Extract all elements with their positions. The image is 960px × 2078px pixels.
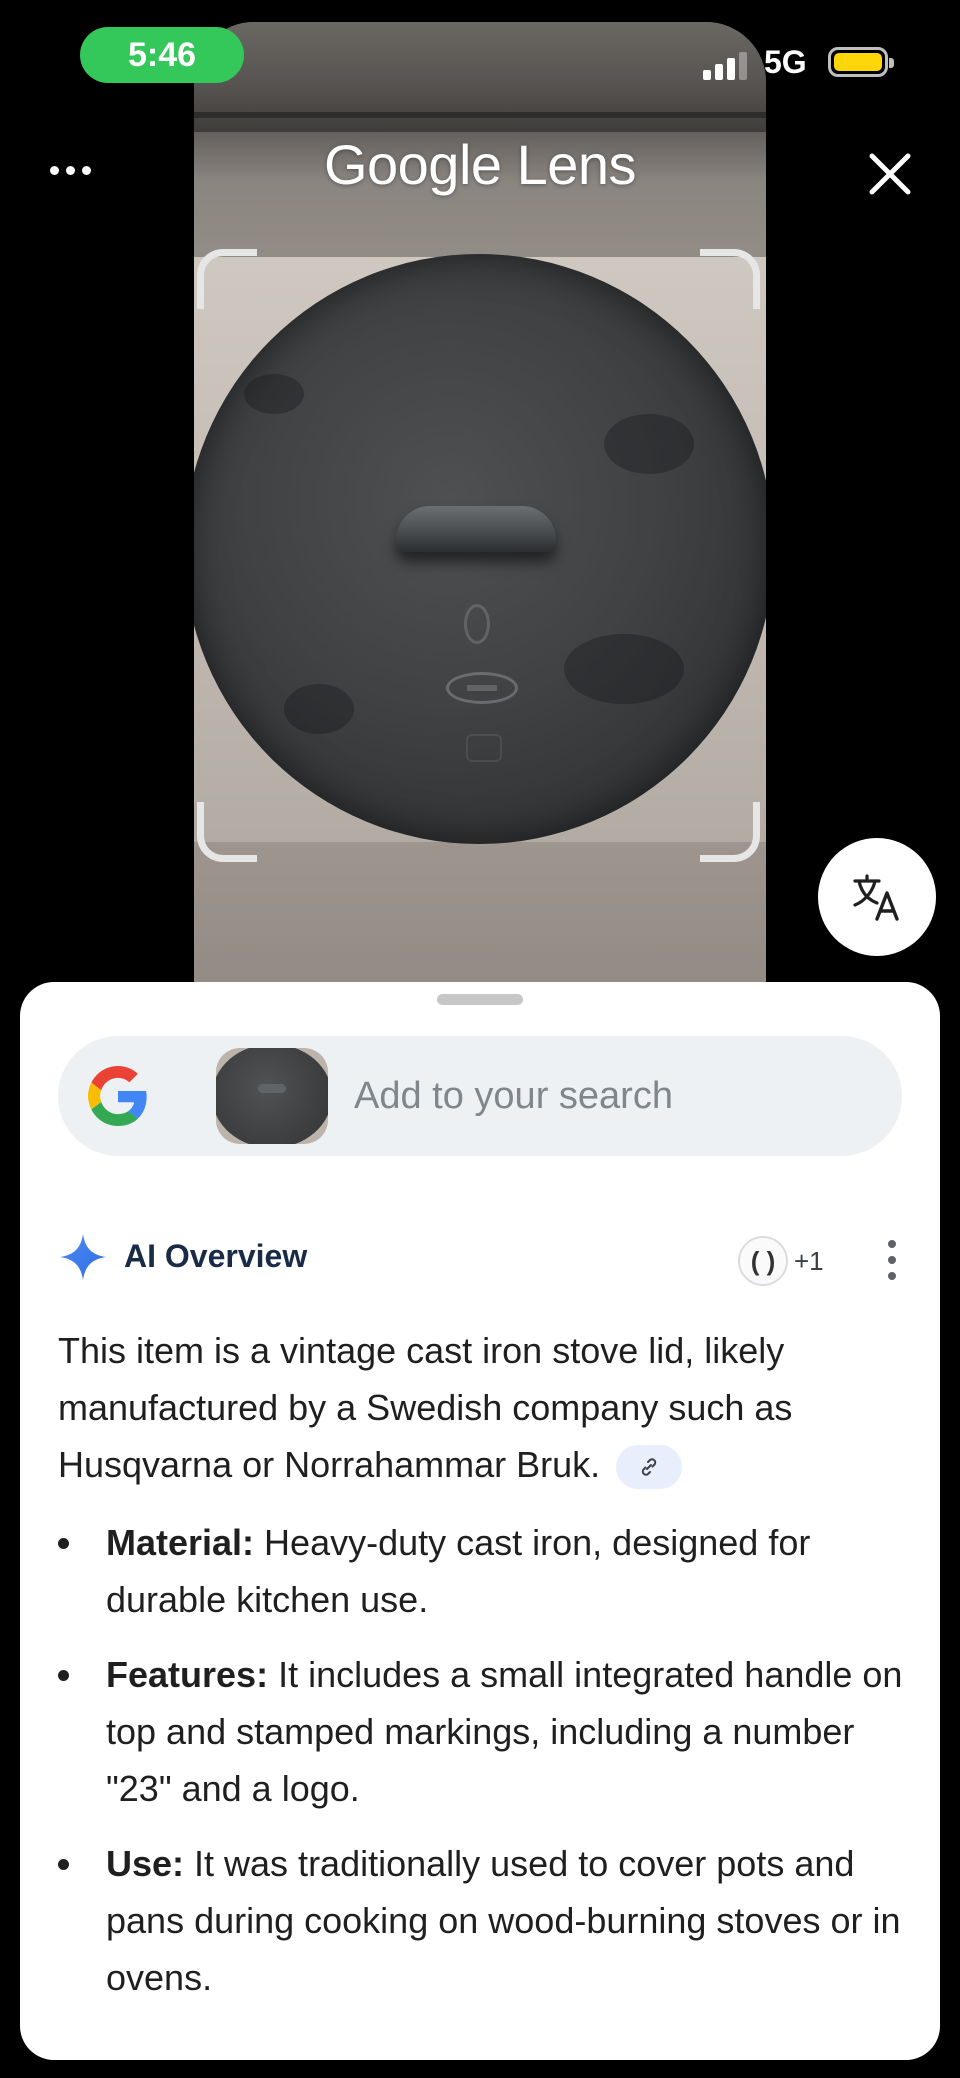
lid-logo-mark [464, 604, 490, 644]
citation-link-button[interactable] [616, 1445, 683, 1490]
battery-icon [828, 47, 894, 77]
page-title: Google Lens [323, 133, 637, 196]
translate-icon [853, 874, 899, 921]
sheet-drag-handle[interactable] [437, 994, 523, 1005]
lid-spot [284, 684, 354, 734]
bullet-text: It was traditionally used to cover pots … [106, 1843, 901, 1998]
ai-overview-label: AI Overview [124, 1238, 308, 1274]
more-options-button[interactable] [44, 155, 96, 185]
link-icon [642, 1458, 657, 1477]
bullet-term: Features: [106, 1654, 269, 1695]
translate-button[interactable] [818, 838, 936, 956]
status-time: 5:46 [80, 27, 244, 83]
signal-icon [703, 52, 747, 80]
lid-number-mark [466, 734, 502, 762]
lid-handle [396, 506, 556, 552]
summary-text: This item is a vintage cast iron stove l… [58, 1330, 793, 1485]
close-button[interactable] [864, 148, 916, 200]
selection-corner-top-left[interactable] [197, 249, 257, 309]
source-favicon: ( ) [738, 1236, 788, 1286]
stove-lid-image [194, 254, 766, 844]
ai-overview-header: AI Overview ( ) +1 [58, 1230, 908, 1286]
source-count: +1 [794, 1245, 824, 1276]
ai-overview-summary: This item is a vintage cast iron stove l… [58, 1322, 888, 1493]
sources-button[interactable]: ( ) +1 [738, 1236, 824, 1286]
query-image-thumbnail[interactable] [216, 1048, 328, 1144]
lid-oval-mark [446, 672, 518, 704]
results-sheet[interactable]: Add to your search AI Overview ( ) +1 Th… [20, 982, 940, 2060]
lid-spot [604, 414, 694, 474]
ai-overview-menu-button[interactable] [884, 1240, 900, 1280]
network-type: 5G [764, 44, 807, 80]
list-item: Features: It includes a small integrated… [58, 1646, 918, 1817]
selection-corner-bottom-left[interactable] [197, 802, 257, 862]
selection-corner-top-right[interactable] [700, 249, 760, 309]
add-to-search-bar[interactable]: Add to your search [58, 1036, 902, 1156]
lid-spot [244, 374, 304, 414]
search-placeholder[interactable]: Add to your search [354, 1036, 673, 1156]
photo-background-ceiling [194, 22, 766, 132]
list-item: Material: Heavy-duty cast iron, designed… [58, 1514, 918, 1628]
google-g-icon [88, 1066, 147, 1126]
sparkle-icon [60, 1234, 106, 1280]
bullet-term: Use: [106, 1843, 185, 1884]
list-item: Use: It was traditionally used to cover … [58, 1835, 918, 2006]
ai-overview-bullets: Material: Heavy-duty cast iron, designed… [58, 1514, 918, 2024]
selection-corner-bottom-right[interactable] [700, 802, 760, 862]
bullet-term: Material: [106, 1522, 255, 1563]
close-icon [869, 153, 911, 195]
lid-spot [564, 634, 684, 704]
